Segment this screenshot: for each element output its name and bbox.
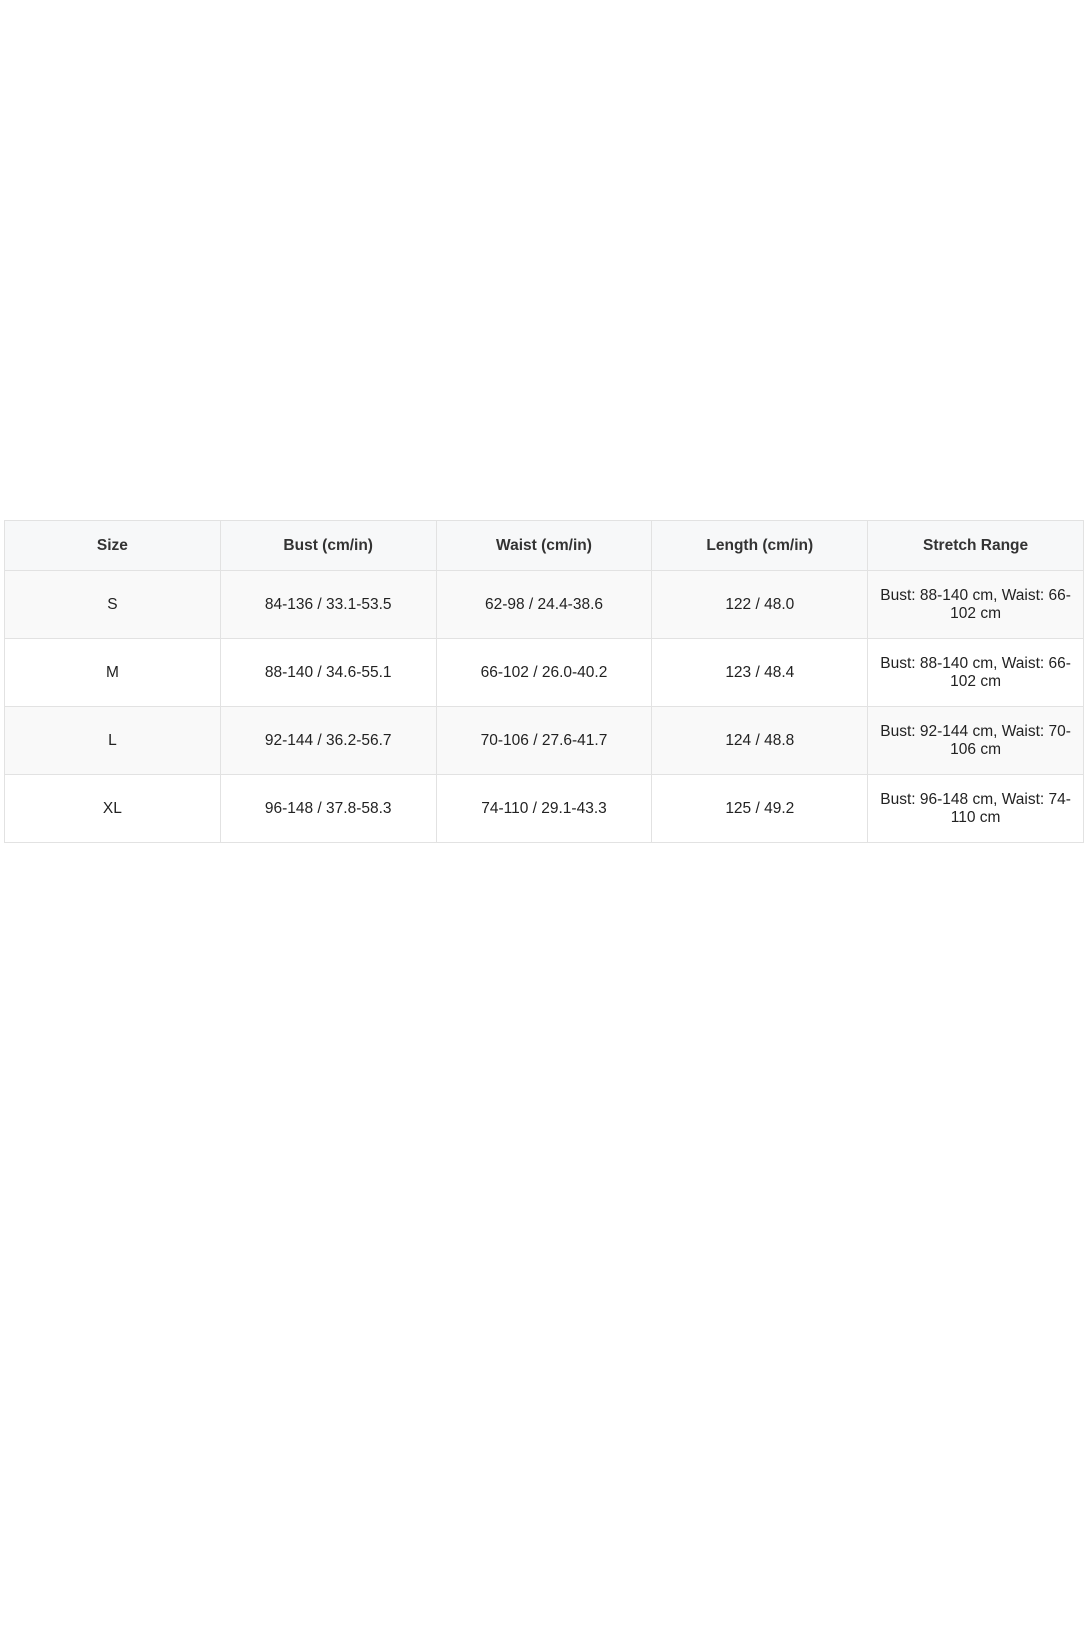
table-header: Size Bust (cm/in) Waist (cm/in) Length (… — [4, 520, 1084, 571]
cell-bust: 88-140 / 34.6-55.1 — [219, 638, 437, 707]
table-row: XL 96-148 / 37.8-58.3 74-110 / 29.1-43.3… — [4, 774, 1084, 843]
cell-stretch-range: Bust: 88-140 cm, Waist: 66-102 cm — [867, 638, 1084, 707]
cell-stretch-range: Bust: 92-144 cm, Waist: 70-106 cm — [867, 706, 1084, 775]
table-body: S 84-136 / 33.1-53.5 62-98 / 24.4-38.6 1… — [4, 570, 1084, 843]
cell-length: 122 / 48.0 — [651, 570, 869, 639]
header-size: Size — [4, 520, 221, 571]
header-row: Size Bust (cm/in) Waist (cm/in) Length (… — [4, 520, 1084, 571]
cell-bust: 92-144 / 36.2-56.7 — [219, 706, 437, 775]
cell-waist: 66-102 / 26.0-40.2 — [435, 638, 653, 707]
cell-size: S — [4, 570, 221, 639]
cell-stretch-range: Bust: 96-148 cm, Waist: 74-110 cm — [867, 774, 1084, 843]
cell-stretch-range: Bust: 88-140 cm, Waist: 66-102 cm — [867, 570, 1084, 639]
cell-length: 123 / 48.4 — [651, 638, 869, 707]
cell-length: 125 / 49.2 — [651, 774, 869, 843]
size-chart-table: Size Bust (cm/in) Waist (cm/in) Length (… — [4, 520, 1084, 843]
table-row: M 88-140 / 34.6-55.1 66-102 / 26.0-40.2 … — [4, 638, 1084, 707]
cell-bust: 96-148 / 37.8-58.3 — [219, 774, 437, 843]
cell-size: M — [4, 638, 221, 707]
cell-size: XL — [4, 774, 221, 843]
cell-bust: 84-136 / 33.1-53.5 — [219, 570, 437, 639]
cell-waist: 70-106 / 27.6-41.7 — [435, 706, 653, 775]
header-waist: Waist (cm/in) — [435, 520, 653, 571]
table-row: S 84-136 / 33.1-53.5 62-98 / 24.4-38.6 1… — [4, 570, 1084, 639]
header-stretch-range: Stretch Range — [867, 520, 1084, 571]
cell-length: 124 / 48.8 — [651, 706, 869, 775]
cell-waist: 74-110 / 29.1-43.3 — [435, 774, 653, 843]
cell-size: L — [4, 706, 221, 775]
header-bust: Bust (cm/in) — [219, 520, 437, 571]
header-length: Length (cm/in) — [651, 520, 869, 571]
table-row: L 92-144 / 36.2-56.7 70-106 / 27.6-41.7 … — [4, 706, 1084, 775]
cell-waist: 62-98 / 24.4-38.6 — [435, 570, 653, 639]
